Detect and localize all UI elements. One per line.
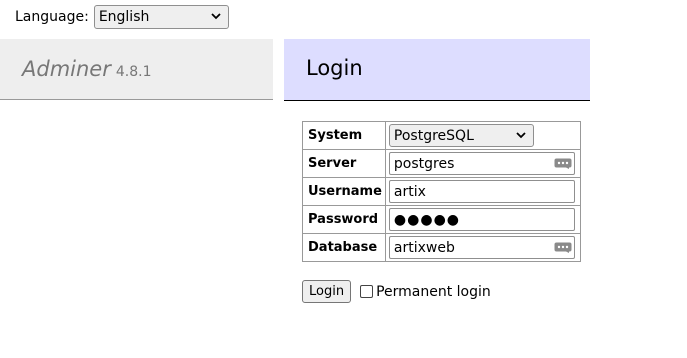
login-form-table: System PostgreSQL Server postgres Userna… [302,121,581,262]
server-input[interactable]: postgres [388,152,575,175]
more-options-icon[interactable] [554,158,572,169]
form-row-database: Database artixweb [302,233,581,262]
language-label: Language: [15,9,89,25]
password-input-value: ●●●●● [393,211,461,228]
brand-version: 4.8.1 [115,64,152,80]
content-header: Login [284,39,590,101]
form-actions: Login Permanent login [302,280,491,303]
brand: Adminer 4.8.1 [22,57,151,81]
login-button[interactable]: Login [302,280,352,303]
database-input-value: artixweb [393,239,455,256]
chevron-down-icon [211,13,221,20]
server-cell: postgres [384,149,581,178]
permanent-login-checkbox[interactable] [360,285,374,298]
system-select[interactable]: PostgreSQL [388,124,534,147]
language-select[interactable]: English [93,5,229,29]
language-select-value: English [98,9,150,25]
server-input-value: postgres [393,155,455,172]
username-cell: artix [384,177,581,206]
username-input-value: artix [393,183,426,200]
database-input[interactable]: artixweb [388,236,575,259]
form-row-username: Username artix [302,177,581,206]
password-input[interactable]: ●●●●● [388,208,575,231]
chevron-down-icon [516,131,526,138]
page-title: Login [306,56,363,80]
permanent-login-label[interactable]: Permanent login [376,284,491,300]
form-row-server: Server postgres [302,149,581,178]
system-label: System [302,121,386,150]
username-label: Username [302,177,386,206]
more-options-icon[interactable] [554,242,572,253]
password-cell: ●●●●● [384,205,581,234]
brand-name-link[interactable]: Adminer [22,57,111,81]
language-switcher: Language: English [15,5,229,29]
form-row-password: Password ●●●●● [302,205,581,234]
database-cell: artixweb [384,233,581,262]
database-label: Database [302,233,386,262]
server-label: Server [302,149,386,178]
sidebar-header: Adminer 4.8.1 [0,39,273,100]
system-select-value: PostgreSQL [393,127,474,144]
system-cell: PostgreSQL [384,121,581,150]
username-input[interactable]: artix [388,180,575,203]
form-row-system: System PostgreSQL [302,121,581,150]
password-label: Password [302,205,386,234]
